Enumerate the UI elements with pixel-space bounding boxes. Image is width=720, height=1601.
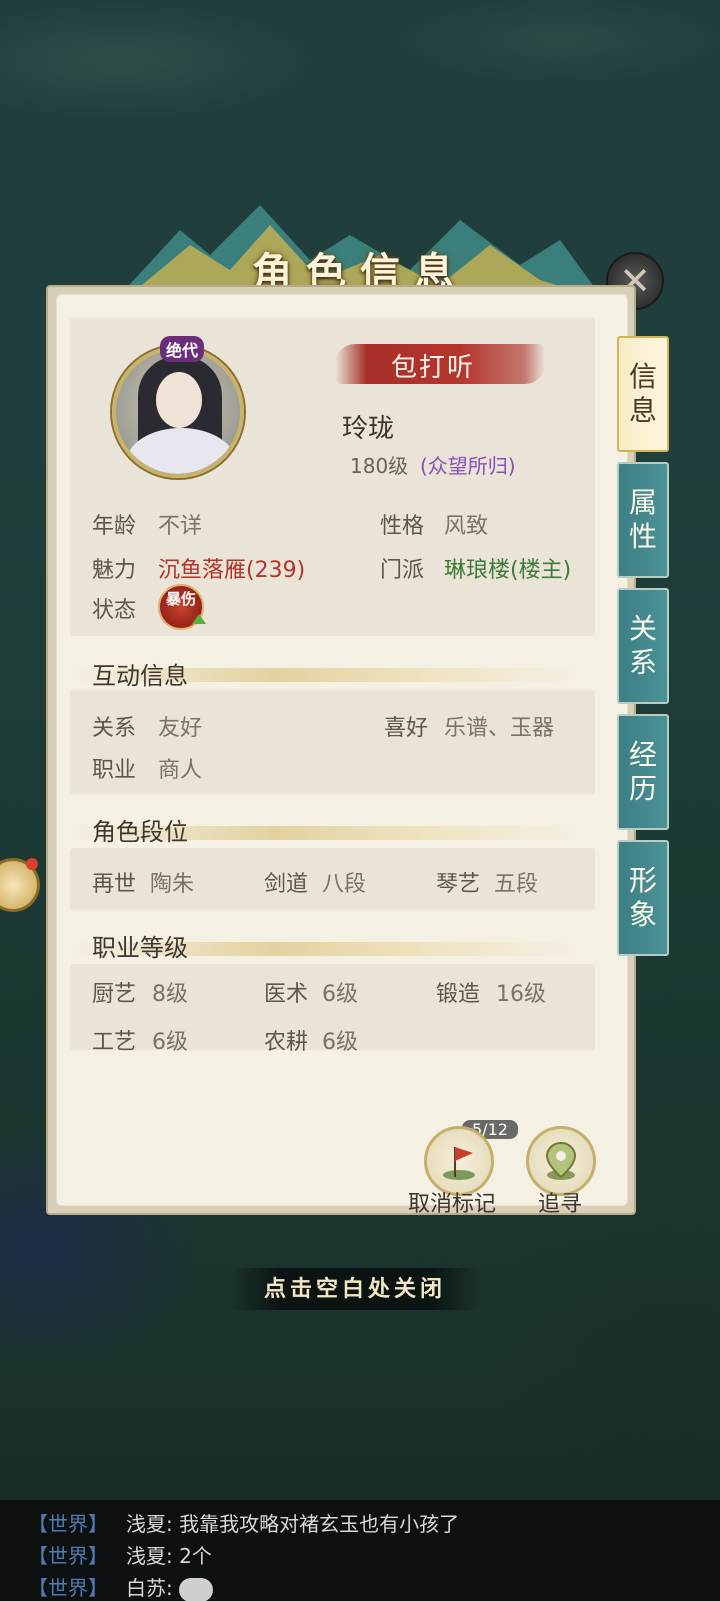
interaction-box — [70, 690, 595, 794]
rank-label: 剑道 — [264, 872, 309, 897]
chat-channel: 【世界】 — [28, 1576, 108, 1600]
job-value: 商人 — [158, 758, 203, 783]
sect-label: 门派 — [380, 558, 425, 583]
chat-line: 【世界】 浅夏: 我靠我攻略对褚玄玉也有小孩了 — [28, 1508, 459, 1537]
flag-icon — [443, 1147, 475, 1180]
job-level-label: 工艺 — [92, 1030, 137, 1055]
status-label: 状态 — [92, 598, 137, 623]
inquire-button[interactable]: 包打听 — [335, 344, 545, 384]
rank-label: 再世 — [92, 872, 137, 897]
job-level-value: 16级 — [496, 982, 546, 1007]
relation-value: 友好 — [158, 716, 203, 741]
character-name: 玲珑 — [342, 414, 395, 444]
job-levels-section-title: 职业等级 — [92, 934, 188, 962]
cancel-mark-label: 取消标记 — [408, 1192, 497, 1217]
rank-value: 五段 — [494, 872, 539, 897]
ranks-section-title: 角色段位 — [92, 818, 188, 846]
rank-value: 陶朱 — [150, 872, 195, 897]
reputation-title: (众望所归) — [420, 454, 516, 478]
job-level-value: 8级 — [152, 982, 188, 1007]
job-level-label: 厨艺 — [92, 982, 137, 1007]
hobby-label: 喜好 — [384, 716, 429, 741]
track-label: 追寻 — [538, 1192, 583, 1217]
chat-line: 【世界】 白苏: — [28, 1572, 213, 1601]
age-value: 不详 — [158, 514, 203, 539]
sect-value[interactable]: 琳琅楼(楼主) — [444, 552, 571, 584]
chat-line: 【世界】 浅夏: 2个 — [28, 1540, 212, 1569]
job-level-value: 6级 — [322, 1030, 358, 1055]
rank-badge: 绝代 — [160, 336, 205, 362]
relation-label: 关系 — [92, 716, 137, 741]
emoji-icon — [178, 1577, 213, 1601]
close-hint[interactable]: 点击空白处关闭 — [230, 1268, 480, 1310]
rank-value: 八段 — [322, 872, 367, 897]
charm-value: 沉鱼落雁(239) — [158, 558, 306, 583]
charm-label: 魅力 — [92, 558, 137, 583]
tab-history[interactable]: 经 历 — [617, 714, 669, 830]
chat-message: 白苏: — [126, 1576, 173, 1600]
inquire-button-label: 包打听 — [391, 353, 476, 383]
job-label: 职业 — [92, 758, 137, 783]
chat-channel: 【世界】 — [28, 1512, 108, 1536]
chat-channel: 【世界】 — [28, 1544, 108, 1568]
tab-info[interactable]: 信 息 — [617, 336, 669, 452]
notification-dot — [26, 858, 38, 870]
tab-attributes[interactable]: 属 性 — [617, 462, 669, 578]
arrow-up-icon — [192, 614, 206, 624]
personality-label: 性格 — [380, 514, 425, 539]
job-level-label: 锻造 — [436, 982, 481, 1007]
avatar[interactable] — [112, 346, 244, 478]
age-label: 年龄 — [92, 514, 137, 539]
job-level-label: 医术 — [264, 982, 309, 1007]
personality-value: 风致 — [444, 514, 489, 539]
tab-appearance[interactable]: 形 象 — [617, 840, 669, 956]
rank-label: 琴艺 — [436, 872, 481, 897]
job-level-value: 6级 — [152, 1030, 188, 1055]
job-level-label: 农耕 — [264, 1030, 309, 1055]
chat-message: 浅夏: 我靠我攻略对褚玄玉也有小孩了 — [126, 1512, 460, 1536]
job-level-value: 6级 — [322, 982, 358, 1007]
hobby-value: 乐谱、玉器 — [444, 716, 555, 741]
location-pin-icon — [545, 1141, 577, 1180]
world-chat[interactable]: 【世界】 浅夏: 我靠我攻略对褚玄玉也有小孩了 【世界】 浅夏: 2个 【世界】 白苏… — [0, 1500, 720, 1601]
chat-message: 浅夏: 2个 — [126, 1544, 212, 1568]
interaction-section-title: 互动信息 — [92, 662, 188, 690]
tab-relations[interactable]: 关 系 — [617, 588, 669, 704]
character-level: 180级 — [350, 454, 409, 478]
